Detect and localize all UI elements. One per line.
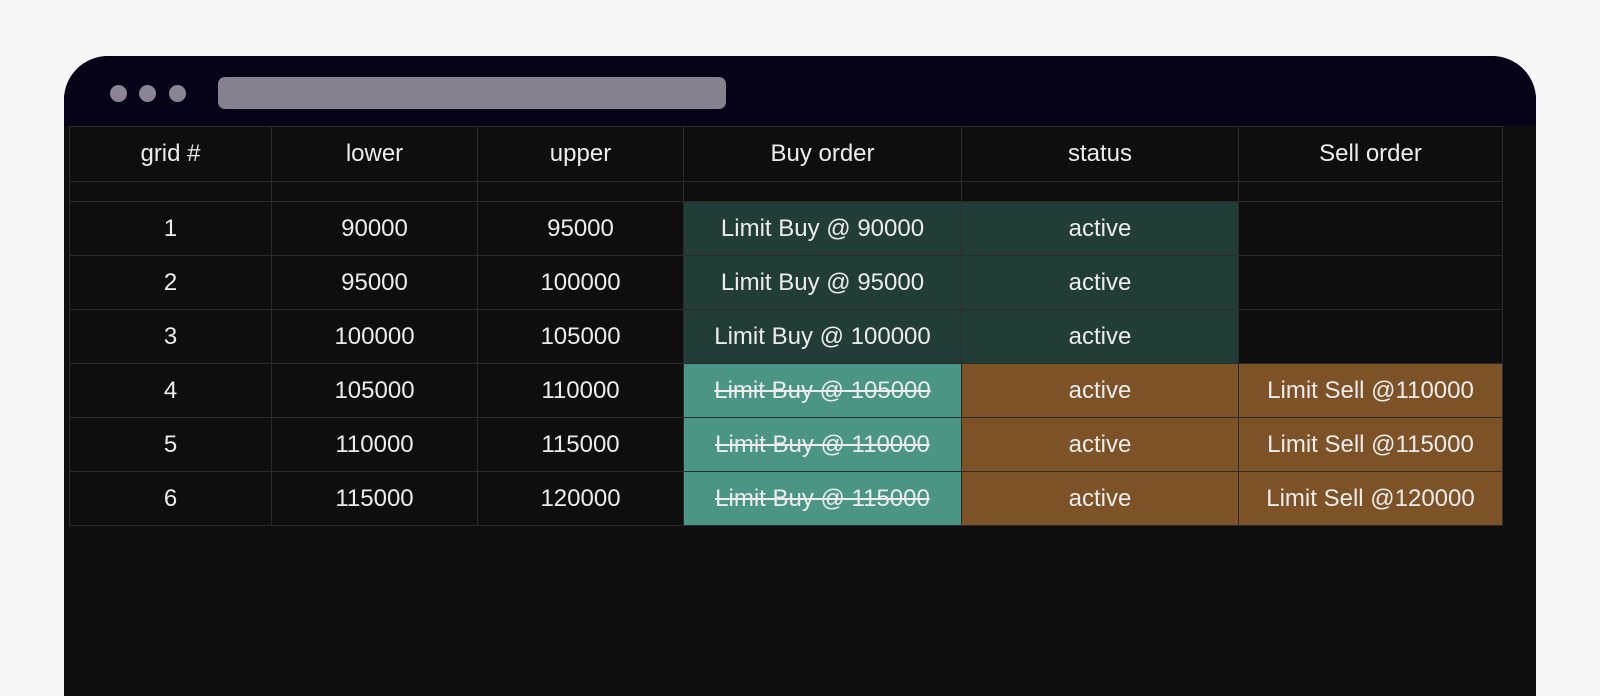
sell-order-cell: Limit Sell @110000 [1238,363,1503,418]
sell-order-cell [1238,309,1503,364]
upper-cell: 95000 [477,201,684,256]
grid-number-cell: 1 [69,201,272,256]
app-window: grid # lower upper Buy order status Sell… [64,56,1536,696]
grid-number-cell: 5 [69,417,272,472]
sell-order-cell: Limit Sell @120000 [1238,471,1503,526]
grid-number-cell: 4 [69,363,272,418]
lower-cell: 105000 [271,363,478,418]
header-upper: upper [477,126,684,182]
status-cell: active [961,471,1239,526]
lower-cell: 110000 [271,417,478,472]
upper-cell: 110000 [477,363,684,418]
sell-order-cell: Limit Sell @115000 [1238,417,1503,472]
sell-order-cell [1238,255,1503,310]
header-sell-order: Sell order [1238,126,1503,182]
status-cell: active [961,309,1239,364]
header-lower: lower [271,126,478,182]
upper-cell: 105000 [477,309,684,364]
buy-order-cell: Limit Buy @ 115000 [683,471,962,526]
table-row: 3 100000 105000 Limit Buy @ 100000 activ… [69,309,1503,364]
status-cell: active [961,417,1239,472]
header-buy-order: Buy order [683,126,962,182]
buy-order-cell: Limit Buy @ 100000 [683,309,962,364]
status-cell: active [961,255,1239,310]
table-row: 4 105000 110000 Limit Buy @ 105000 activ… [69,363,1503,418]
table-row: 6 115000 120000 Limit Buy @ 115000 activ… [69,471,1503,526]
upper-cell: 100000 [477,255,684,310]
table-row: 2 95000 100000 Limit Buy @ 95000 active [69,255,1503,310]
spacer-row [69,181,1503,202]
table-header-row: grid # lower upper Buy order status Sell… [69,126,1503,182]
upper-cell: 115000 [477,417,684,472]
buy-order-cell: Limit Buy @ 95000 [683,255,962,310]
header-grid-number: grid # [69,126,272,182]
window-close-dot[interactable] [110,85,127,102]
grid-number-cell: 2 [69,255,272,310]
buy-order-cell: Limit Buy @ 110000 [683,417,962,472]
status-cell: active [961,201,1239,256]
upper-cell: 120000 [477,471,684,526]
sell-order-cell [1238,201,1503,256]
status-cell: active [961,363,1239,418]
window-maximize-dot[interactable] [169,85,186,102]
table-row: 1 90000 95000 Limit Buy @ 90000 active [69,201,1503,256]
table-row: 5 110000 115000 Limit Buy @ 110000 activ… [69,417,1503,472]
title-bar [64,56,1536,126]
grid-number-cell: 6 [69,471,272,526]
grid-number-cell: 3 [69,309,272,364]
lower-cell: 90000 [271,201,478,256]
grid-orders-table: grid # lower upper Buy order status Sell… [69,126,1503,526]
buy-order-cell: Limit Buy @ 105000 [683,363,962,418]
header-status: status [961,126,1239,182]
buy-order-cell: Limit Buy @ 90000 [683,201,962,256]
lower-cell: 95000 [271,255,478,310]
address-bar[interactable] [218,77,726,109]
window-minimize-dot[interactable] [139,85,156,102]
lower-cell: 100000 [271,309,478,364]
lower-cell: 115000 [271,471,478,526]
